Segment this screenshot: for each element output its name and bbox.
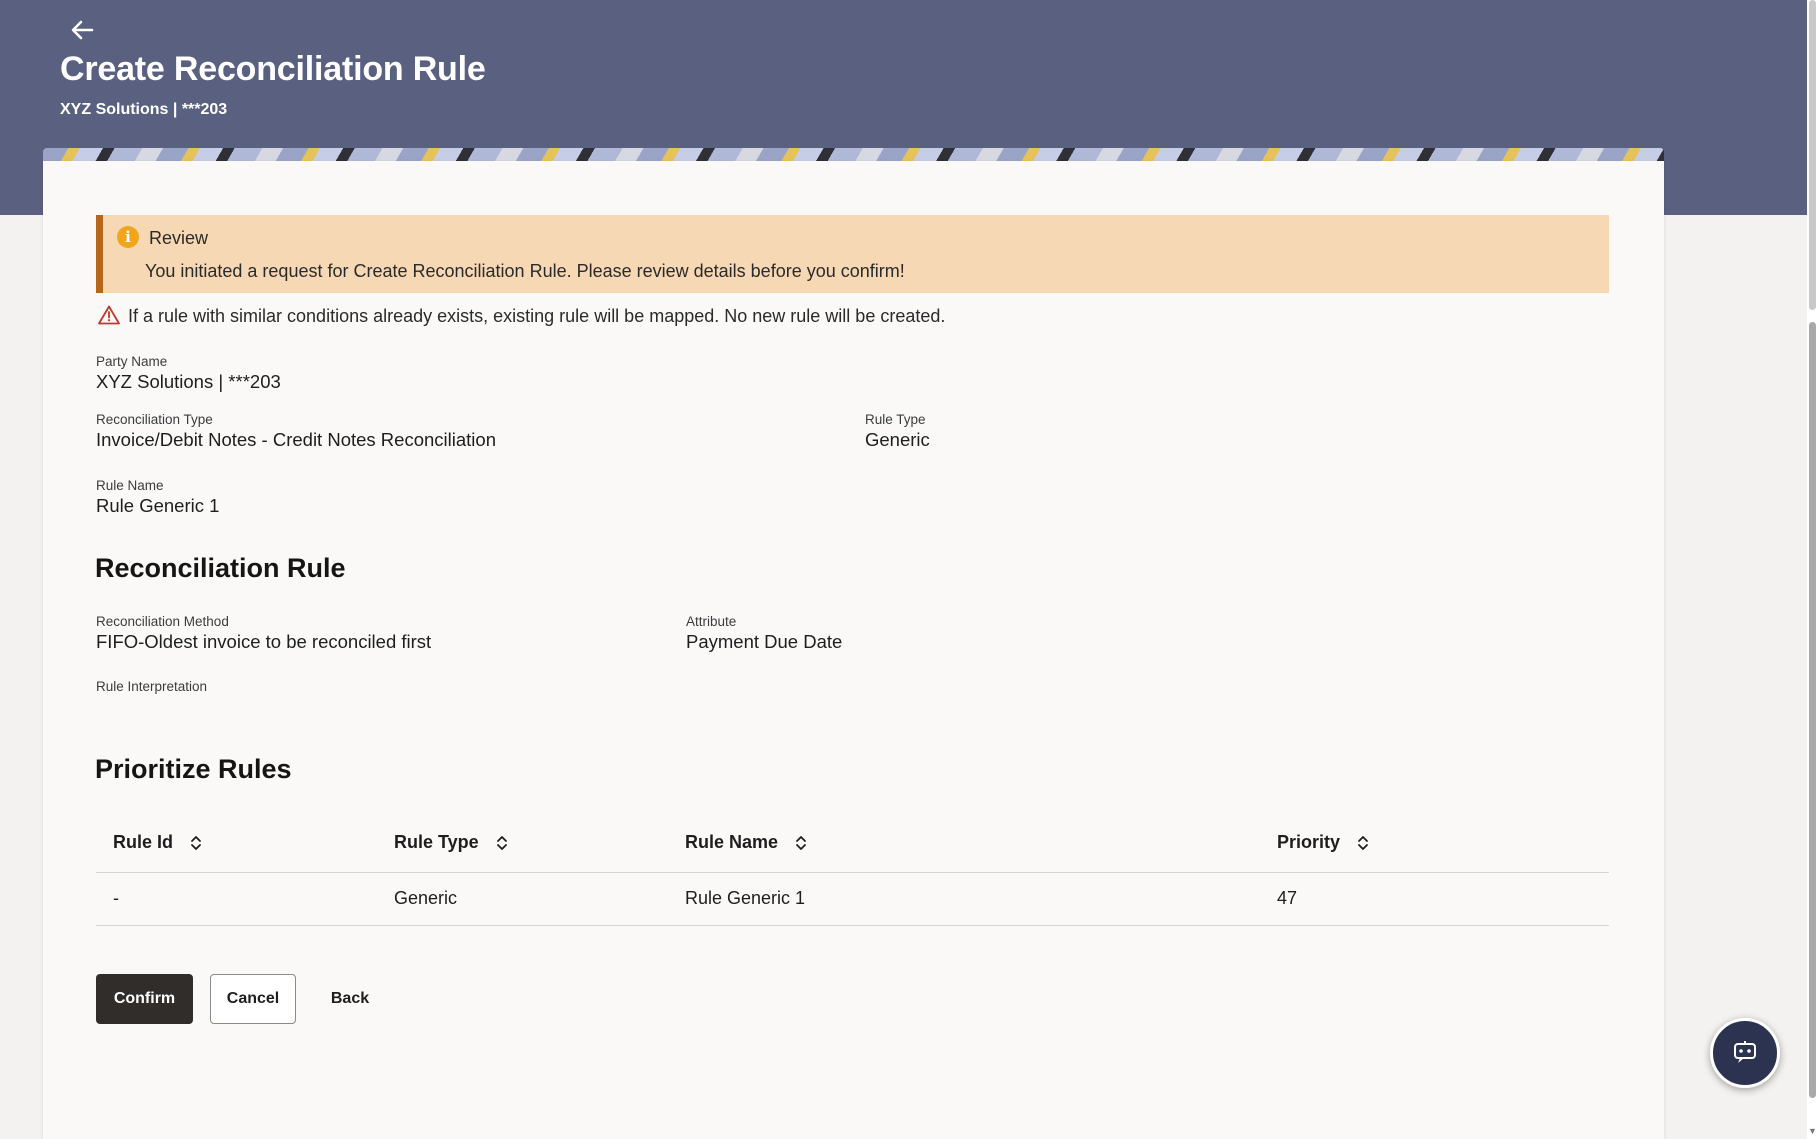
- cancel-button[interactable]: Cancel: [210, 974, 296, 1024]
- warning-triangle-icon: [98, 305, 120, 325]
- rule-name-value: Rule Generic 1: [96, 495, 220, 516]
- rule-type-label: Rule Type: [865, 412, 926, 427]
- sort-updown-icon[interactable]: [496, 834, 508, 852]
- chatbot-button[interactable]: [1710, 1018, 1780, 1088]
- review-banner: i Review You initiated a request for Cre…: [96, 215, 1609, 293]
- rule-name-label: Rule Name: [96, 478, 164, 493]
- warning-text: If a rule with similar conditions alread…: [128, 306, 946, 326]
- reconciliation-type-value: Invoice/Debit Notes - Credit Notes Recon…: [96, 429, 496, 450]
- attribute-value: Payment Due Date: [686, 631, 843, 652]
- scroll-down-icon[interactable]: ▼: [1808, 1126, 1817, 1136]
- party-name-label: Party Name: [96, 354, 168, 369]
- scrollbar-thumb[interactable]: [1809, 0, 1816, 310]
- back-button[interactable]: Back: [314, 974, 386, 1024]
- scrollbar-track[interactable]: [1809, 322, 1816, 1098]
- attribute-label: Attribute: [686, 614, 737, 629]
- cell-rule-id: -: [113, 888, 119, 908]
- table-row: - Generic Rule Generic 1 47: [96, 873, 1609, 926]
- chatbot-icon: [1734, 1041, 1756, 1063]
- review-message: You initiated a request for Create Recon…: [145, 261, 905, 281]
- cell-rule-type: Generic: [394, 888, 458, 908]
- review-title: Review: [149, 228, 209, 248]
- rule-type-value: Generic: [865, 429, 930, 450]
- page-title: Create Reconciliation Rule: [60, 50, 486, 88]
- column-header-rule-type[interactable]: Rule Type: [394, 832, 508, 853]
- reconciliation-rule-heading: Reconciliation Rule: [95, 553, 346, 583]
- cell-rule-name: Rule Generic 1: [685, 888, 806, 908]
- decorative-pattern-strip: [43, 148, 1664, 161]
- column-header-priority[interactable]: Priority: [1277, 832, 1369, 853]
- prioritize-rules-table: Rule Id Rule Type Rule Name Priority - G…: [96, 818, 1609, 926]
- page-scrollbar[interactable]: ▼: [1807, 0, 1818, 1139]
- sort-updown-icon[interactable]: [795, 834, 807, 852]
- party-name-value: XYZ Solutions | ***203: [96, 371, 281, 392]
- info-icon: i: [117, 226, 139, 248]
- prioritize-rules-heading: Prioritize Rules: [95, 754, 292, 784]
- sort-updown-icon[interactable]: [1357, 834, 1369, 852]
- cell-priority: 47: [1277, 888, 1298, 908]
- rule-interpretation-label: Rule Interpretation: [96, 679, 208, 694]
- column-header-rule-id[interactable]: Rule Id: [113, 832, 202, 853]
- sort-updown-icon[interactable]: [190, 834, 202, 852]
- reconciliation-method-value: FIFO-Oldest invoice to be reconciled fir…: [96, 631, 432, 652]
- reconciliation-type-label: Reconciliation Type: [96, 412, 213, 427]
- page-subtitle: XYZ Solutions | ***203: [60, 101, 228, 118]
- table-header-row: Rule Id Rule Type Rule Name Priority: [96, 818, 1609, 873]
- confirm-button[interactable]: Confirm: [96, 974, 193, 1024]
- reconciliation-method-label: Reconciliation Method: [96, 614, 229, 629]
- column-header-rule-name[interactable]: Rule Name: [685, 832, 807, 853]
- back-arrow-icon[interactable]: [68, 16, 96, 44]
